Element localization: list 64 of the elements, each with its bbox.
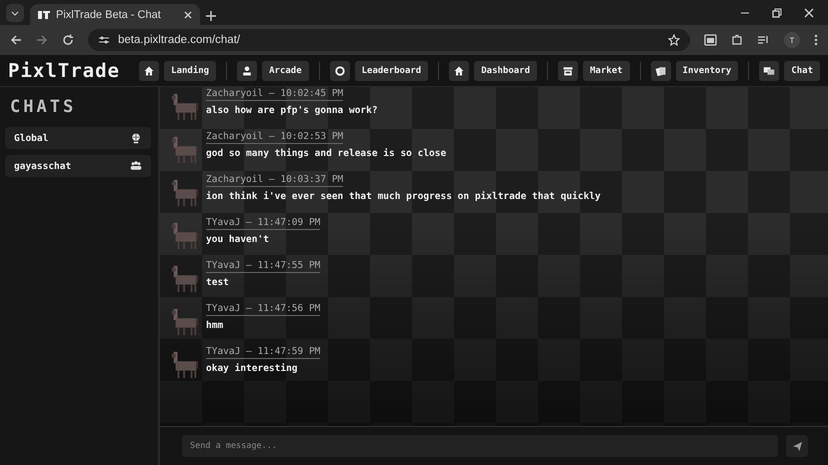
chat-room-item[interactable]: gayasschat — [5, 155, 151, 177]
ring-icon[interactable] — [330, 60, 350, 80]
forward-icon[interactable] — [36, 34, 48, 46]
message-header: TYavaJ — 11:47:59 PM — [206, 346, 320, 359]
message-header: TYavaJ — 11:47:55 PM — [206, 260, 320, 273]
group-icon — [130, 160, 142, 172]
tab-list-icon[interactable] — [6, 4, 24, 22]
browser-tab[interactable]: PixlTrade Beta - Chat — [30, 4, 200, 25]
close-icon[interactable] — [184, 10, 192, 18]
horse-avatar-icon — [170, 350, 200, 380]
nav-button[interactable]: Landing — [164, 60, 216, 80]
globe-icon — [130, 132, 142, 144]
sidebar-title: CHATS — [9, 97, 78, 119]
profile-avatar[interactable]: T — [784, 32, 800, 48]
message-text: god so many things and release is so close — [206, 148, 446, 159]
home-icon[interactable] — [139, 60, 160, 80]
cards-icon[interactable] — [650, 60, 671, 80]
home-icon[interactable] — [449, 60, 470, 80]
nav-button[interactable]: Chat — [784, 60, 820, 80]
nav-button[interactable]: Arcade — [262, 60, 309, 80]
new-tab-icon[interactable] — [206, 11, 216, 21]
nav-button[interactable]: Leaderboard — [354, 60, 428, 80]
chat-room-item[interactable]: Global — [5, 127, 151, 149]
picture-in-picture-icon[interactable] — [704, 34, 717, 46]
message-header: Zacharyoil — 10:02:45 PM — [206, 88, 344, 101]
message-header: Zacharyoil — 10:03:37 PM — [206, 174, 344, 187]
person-icon[interactable] — [237, 60, 258, 80]
close-icon[interactable] — [804, 8, 814, 18]
horse-avatar-icon — [170, 221, 200, 251]
horse-avatar-icon — [170, 178, 200, 208]
nav-button[interactable]: Dashboard — [474, 60, 538, 80]
send-icon — [792, 440, 802, 452]
message-text: hmm — [206, 320, 224, 331]
message-text: you haven't — [206, 234, 270, 245]
address-bar[interactable]: beta.pixltrade.com/chat/ — [88, 29, 690, 51]
message-text: ion think i've ever seen that much progress on pixltrade that quickly — [206, 191, 601, 202]
back-icon[interactable] — [10, 34, 22, 46]
star-icon[interactable] — [668, 34, 680, 46]
site-logo-icon — [38, 10, 50, 20]
message-header: Zacharyoil — 10:02:53 PM — [206, 131, 344, 144]
tab-title: PixlTrade Beta - Chat — [56, 8, 162, 20]
message-text: test — [206, 277, 230, 288]
message-input-field[interactable]: Send a message... — [182, 435, 778, 457]
horse-avatar-icon — [170, 307, 200, 337]
media-queue-icon[interactable] — [757, 34, 770, 46]
restore-icon[interactable] — [772, 8, 782, 18]
reload-icon[interactable] — [62, 34, 74, 46]
store-icon[interactable] — [558, 60, 578, 80]
send-button[interactable] — [786, 435, 808, 457]
site-settings-icon[interactable] — [98, 34, 110, 46]
chat-bubbles-icon[interactable] — [759, 60, 780, 80]
message-header: TYavaJ — 11:47:56 PM — [206, 303, 320, 316]
horse-avatar-icon — [170, 264, 200, 294]
horse-avatar-icon — [170, 135, 200, 165]
nav-button[interactable]: Market — [583, 60, 630, 80]
message-text: okay interesting — [206, 363, 299, 374]
url-text: beta.pixltrade.com/chat/ — [118, 34, 242, 46]
extensions-icon[interactable] — [731, 34, 743, 46]
app-logo[interactable]: PixlTrade — [8, 60, 120, 82]
horse-avatar-icon — [170, 92, 200, 122]
message-text: also how are pfp's gonna work? — [206, 105, 378, 116]
message-header: TYavaJ — 11:47:09 PM — [206, 217, 320, 230]
menu-icon[interactable] — [814, 34, 818, 46]
nav-button[interactable]: Inventory — [676, 60, 738, 80]
